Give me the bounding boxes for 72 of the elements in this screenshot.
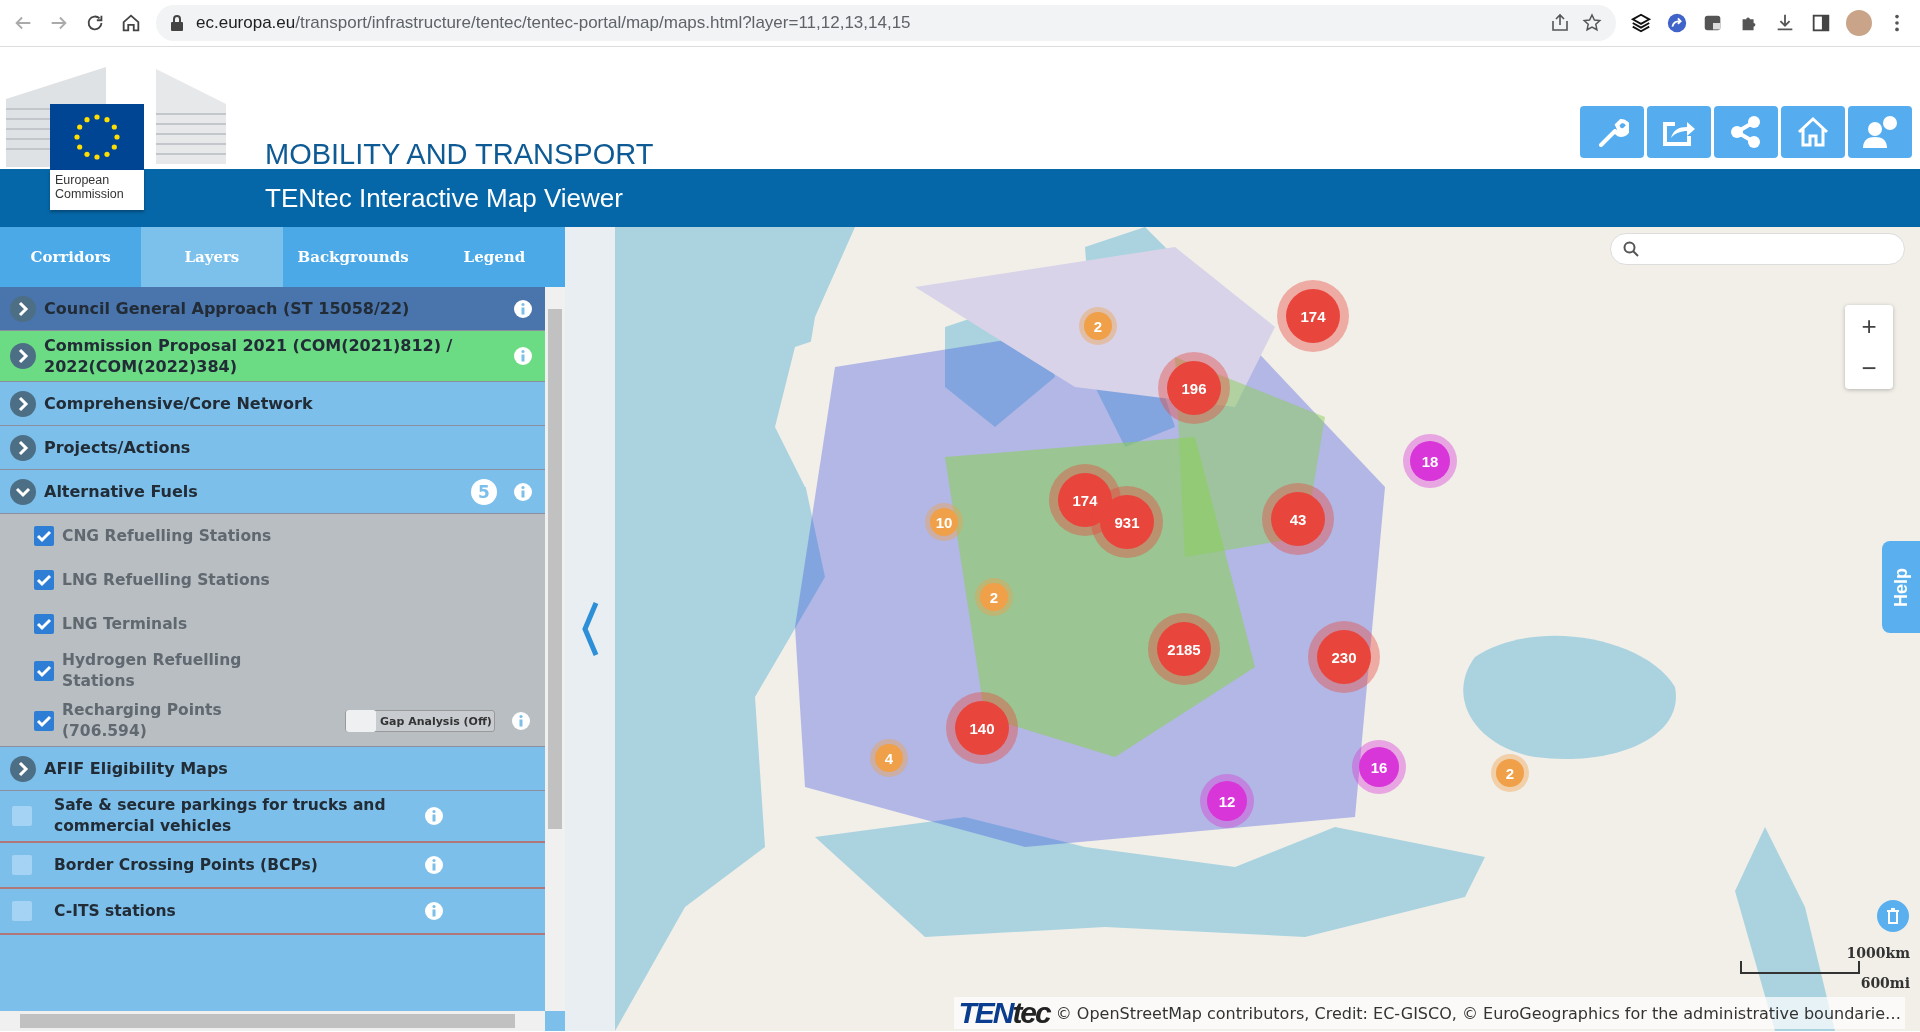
collapse-chevron-icon[interactable] bbox=[580, 601, 600, 657]
chevron-right-icon[interactable] bbox=[10, 295, 36, 322]
group-label: Projects/Actions bbox=[44, 437, 192, 458]
checkbox[interactable] bbox=[34, 526, 54, 546]
export-button[interactable] bbox=[1647, 106, 1711, 158]
share-nodes-icon bbox=[1730, 115, 1762, 149]
site-title: MOBILITY AND TRANSPORT bbox=[265, 138, 654, 171]
chevron-down-icon[interactable] bbox=[10, 478, 36, 505]
contact-button[interactable] bbox=[1848, 106, 1912, 158]
count-badge: 5 bbox=[471, 478, 497, 505]
zoom-in-button[interactable]: + bbox=[1845, 305, 1893, 347]
gap-analysis-toggle[interactable]: Gap Analysis (Off) bbox=[345, 710, 495, 732]
address-bar[interactable]: ec.europa.eu/transport/infrastructure/tentec/tentec-portal/map/maps.html?layer=11,12,13,14,15 bbox=[156, 5, 1616, 41]
checkbox[interactable] bbox=[34, 711, 54, 731]
group-label: AFIF Eligibility Maps bbox=[44, 758, 229, 779]
layer-label: Safe & secure parkings for trucks and commercial vehicles bbox=[54, 795, 387, 837]
checkbox[interactable] bbox=[34, 570, 54, 590]
group-label: Alternative Fuels bbox=[44, 481, 199, 502]
layers-icon[interactable] bbox=[1630, 12, 1652, 34]
layer-label: C-ITS stations bbox=[54, 900, 177, 922]
layer-label: LNG Terminals bbox=[62, 613, 189, 635]
vertical-scrollbar[interactable] bbox=[545, 287, 565, 1011]
info-icon[interactable] bbox=[513, 298, 533, 319]
chevron-right-icon[interactable] bbox=[10, 434, 36, 461]
person-speech-icon bbox=[1862, 115, 1898, 149]
site-subtitle: TENtec Interactive Map Viewer bbox=[265, 182, 623, 214]
sidebar-tab[interactable]: Layers bbox=[141, 227, 283, 287]
scale-mi-label: 600mi bbox=[1860, 975, 1910, 991]
star-icon[interactable] bbox=[1582, 13, 1602, 33]
zoom-out-button[interactable]: − bbox=[1845, 347, 1893, 389]
group-label: Commission Proposal 2021 (COM(2021)812) / 2022(COM(2022)384) bbox=[44, 335, 454, 377]
checkbox[interactable] bbox=[34, 614, 54, 634]
layer-label: CNG Refuelling Stations bbox=[62, 525, 273, 547]
home-button[interactable] bbox=[1781, 106, 1845, 158]
checkbox[interactable] bbox=[34, 661, 54, 681]
tools-button[interactable] bbox=[1580, 106, 1644, 158]
sidebar-tab[interactable]: Backgrounds bbox=[282, 227, 424, 287]
home-icon[interactable] bbox=[120, 12, 142, 34]
chevron-right-icon[interactable] bbox=[10, 390, 36, 417]
checkbox[interactable] bbox=[12, 901, 32, 921]
logo-label: European Commission bbox=[50, 170, 144, 210]
layer-label: Hydrogen Refuelling Stations bbox=[62, 650, 243, 692]
eu-flag-icon bbox=[50, 104, 144, 170]
scale-km-label: 1000km bbox=[1846, 945, 1910, 961]
layer-label: LNG Refuelling Stations bbox=[62, 569, 271, 591]
group-label: Council General Approach (ST 15058/22) bbox=[44, 298, 411, 319]
url-text: ec.europa.eu/transport/infrastructure/tentec/tentec-portal/map/maps.html?layer=11,12,13,14,15 bbox=[196, 13, 911, 33]
checkbox[interactable] bbox=[12, 806, 32, 826]
chevron-right-icon[interactable] bbox=[10, 755, 36, 782]
help-tab[interactable]: Help bbox=[1882, 541, 1920, 633]
side-panel-icon[interactable] bbox=[1810, 12, 1832, 34]
trash-icon[interactable] bbox=[1876, 899, 1910, 933]
tentec-logo: TENtec bbox=[958, 997, 1050, 1029]
arrow-circle-icon[interactable] bbox=[1666, 12, 1688, 34]
layer-label: Recharging Points (706.594) bbox=[62, 700, 223, 742]
house-icon bbox=[1796, 116, 1830, 148]
layer-label: Border Crossing Points (BCPs) bbox=[54, 854, 319, 876]
attribution-text: © OpenStreetMap contributors, Credit: EC-GISCO, © EuroGeographics for the administrative boundarie… bbox=[1055, 1003, 1901, 1023]
group-label: Comprehensive/Core Network bbox=[44, 393, 314, 414]
layer-group-header[interactable]: Council General Approach (ST 15058/22) bbox=[0, 287, 545, 331]
search-icon bbox=[1623, 241, 1639, 257]
layer-group-header[interactable]: Commission Proposal 2021 (COM(2021)812) / 2022(COM(2022)384) bbox=[0, 331, 545, 382]
checkbox[interactable] bbox=[12, 855, 32, 875]
share-icon[interactable] bbox=[1550, 13, 1570, 33]
share-button[interactable] bbox=[1714, 106, 1778, 158]
chevron-right-icon[interactable] bbox=[10, 343, 36, 369]
sidebar-tab[interactable]: Legend bbox=[423, 227, 565, 287]
search-field[interactable] bbox=[1610, 233, 1905, 265]
sidebar-tab[interactable]: Corridors bbox=[0, 227, 142, 287]
profile-avatar[interactable] bbox=[1846, 10, 1872, 36]
horizontal-scrollbar[interactable] bbox=[0, 1011, 545, 1031]
lock-icon bbox=[170, 15, 184, 31]
